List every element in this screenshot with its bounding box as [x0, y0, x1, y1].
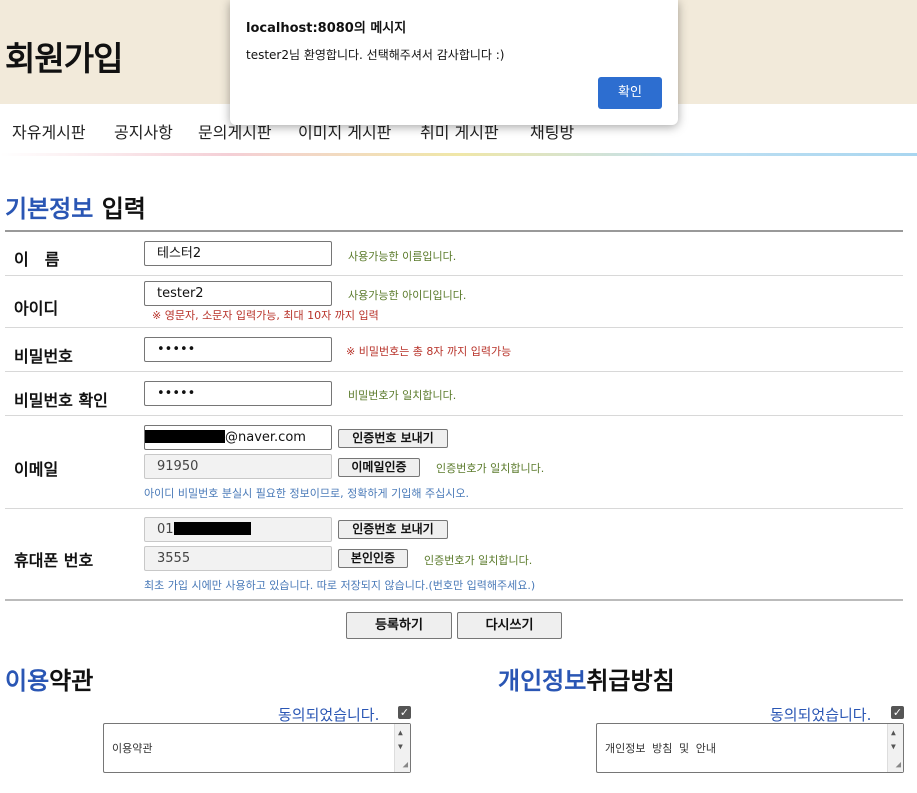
password-confirm-status: 비밀번호가 일치합니다. — [348, 389, 457, 402]
password-confirm-input[interactable]: ••••• — [144, 381, 332, 406]
basic-info-title: 기본정보 입력 — [5, 195, 146, 223]
scroll-up-icon[interactable]: ▲ — [891, 728, 896, 737]
phone-label: 휴대폰 번호 — [14, 551, 94, 570]
form-bottom-divider — [5, 599, 903, 601]
email-note: 아이디 비밀번호 분실시 필요한 정보이므로, 정확하게 기입해 주십시오. — [144, 487, 469, 500]
id-label: 아이디 — [14, 299, 59, 318]
dialog-title: localhost:8080의 메시지 — [246, 21, 407, 36]
name-status: 사용가능한 이름입니다. — [348, 250, 457, 263]
email-code-input[interactable]: 91950 — [144, 454, 332, 479]
page-title: 회원가입 — [5, 39, 123, 78]
redacted-block — [173, 522, 251, 535]
email-verify-status: 인증번호가 일치합니다. — [436, 462, 545, 475]
scroll-down-icon[interactable]: ▼ — [891, 742, 896, 751]
terms-title: 이용약관 — [5, 667, 94, 695]
terms-agree-checkbox[interactable]: ✓ — [398, 706, 411, 719]
id-hint: ※ 영문자, 소문자 입력가능, 최대 10자 까지 입력 — [152, 309, 379, 322]
nav-item-free-board[interactable]: 자유게시판 — [12, 119, 86, 143]
privacy-agree-checkbox[interactable]: ✓ — [891, 706, 904, 719]
id-status: 사용가능한 아이디입니다. — [348, 289, 467, 302]
phone-verify-button[interactable]: 본인인증 — [338, 549, 408, 568]
privacy-agree-text: 동의되었습니다. — [770, 706, 872, 724]
name-label: 이 름 — [14, 250, 60, 269]
name-input[interactable]: 테스터2 — [144, 241, 332, 266]
nav-item-notice[interactable]: 공지사항 — [114, 119, 173, 143]
privacy-scrollbar[interactable]: ▲ ▼ ◢ — [887, 724, 903, 772]
row-divider — [5, 275, 903, 276]
nav-divider — [0, 153, 917, 156]
terms-scrollbar[interactable]: ▲ ▼ ◢ — [394, 724, 410, 772]
id-input[interactable]: tester2 — [144, 281, 332, 306]
password-input[interactable]: ••••• — [144, 337, 332, 362]
password-label: 비밀번호 — [14, 347, 73, 366]
row-divider — [5, 415, 903, 416]
email-send-code-button[interactable]: 인증번호 보내기 — [338, 429, 448, 448]
password-confirm-label: 비밀번호 확인 — [14, 391, 108, 410]
password-hint: ※ 비밀번호는 총 8자 까지 입력가능 — [346, 345, 512, 358]
email-label: 이메일 — [14, 460, 59, 479]
dialog-message: tester2님 환영합니다. 선택해주셔서 감사합니다 :) — [246, 48, 505, 62]
row-divider — [5, 508, 903, 509]
phone-code-input[interactable]: 3555 — [144, 546, 332, 571]
form-top-divider — [5, 230, 903, 232]
resize-grip-icon[interactable]: ◢ — [403, 760, 408, 770]
phone-input[interactable]: 01 — [144, 517, 332, 542]
scroll-down-icon[interactable]: ▼ — [398, 742, 403, 751]
terms-textarea[interactable]: 이용약관 ▲ ▼ ◢ — [103, 723, 411, 773]
row-divider — [5, 371, 903, 372]
alert-dialog: localhost:8080의 메시지 tester2님 환영합니다. 선택해주… — [230, 0, 678, 125]
resize-grip-icon[interactable]: ◢ — [896, 760, 901, 770]
dialog-ok-button[interactable]: 확인 — [598, 77, 662, 109]
phone-verify-status: 인증번호가 일치합니다. — [424, 554, 533, 567]
phone-send-code-button[interactable]: 인증번호 보내기 — [338, 520, 448, 539]
privacy-title: 개인정보취급방침 — [498, 667, 675, 695]
redacted-block — [145, 430, 225, 443]
email-input[interactable]: @naver.com — [144, 425, 332, 450]
email-verify-button[interactable]: 이메일인증 — [338, 458, 420, 477]
privacy-textarea[interactable]: 개인정보 방침 및 안내 ▲ ▼ ◢ — [596, 723, 904, 773]
scroll-up-icon[interactable]: ▲ — [398, 728, 403, 737]
row-divider — [5, 327, 903, 328]
submit-button[interactable]: 등록하기 — [346, 612, 452, 639]
terms-agree-text: 동의되었습니다. — [278, 706, 380, 724]
reset-button[interactable]: 다시쓰기 — [457, 612, 562, 639]
phone-note: 최초 가입 시에만 사용하고 있습니다. 따로 저장되지 않습니다.(번호만 입… — [144, 579, 536, 592]
